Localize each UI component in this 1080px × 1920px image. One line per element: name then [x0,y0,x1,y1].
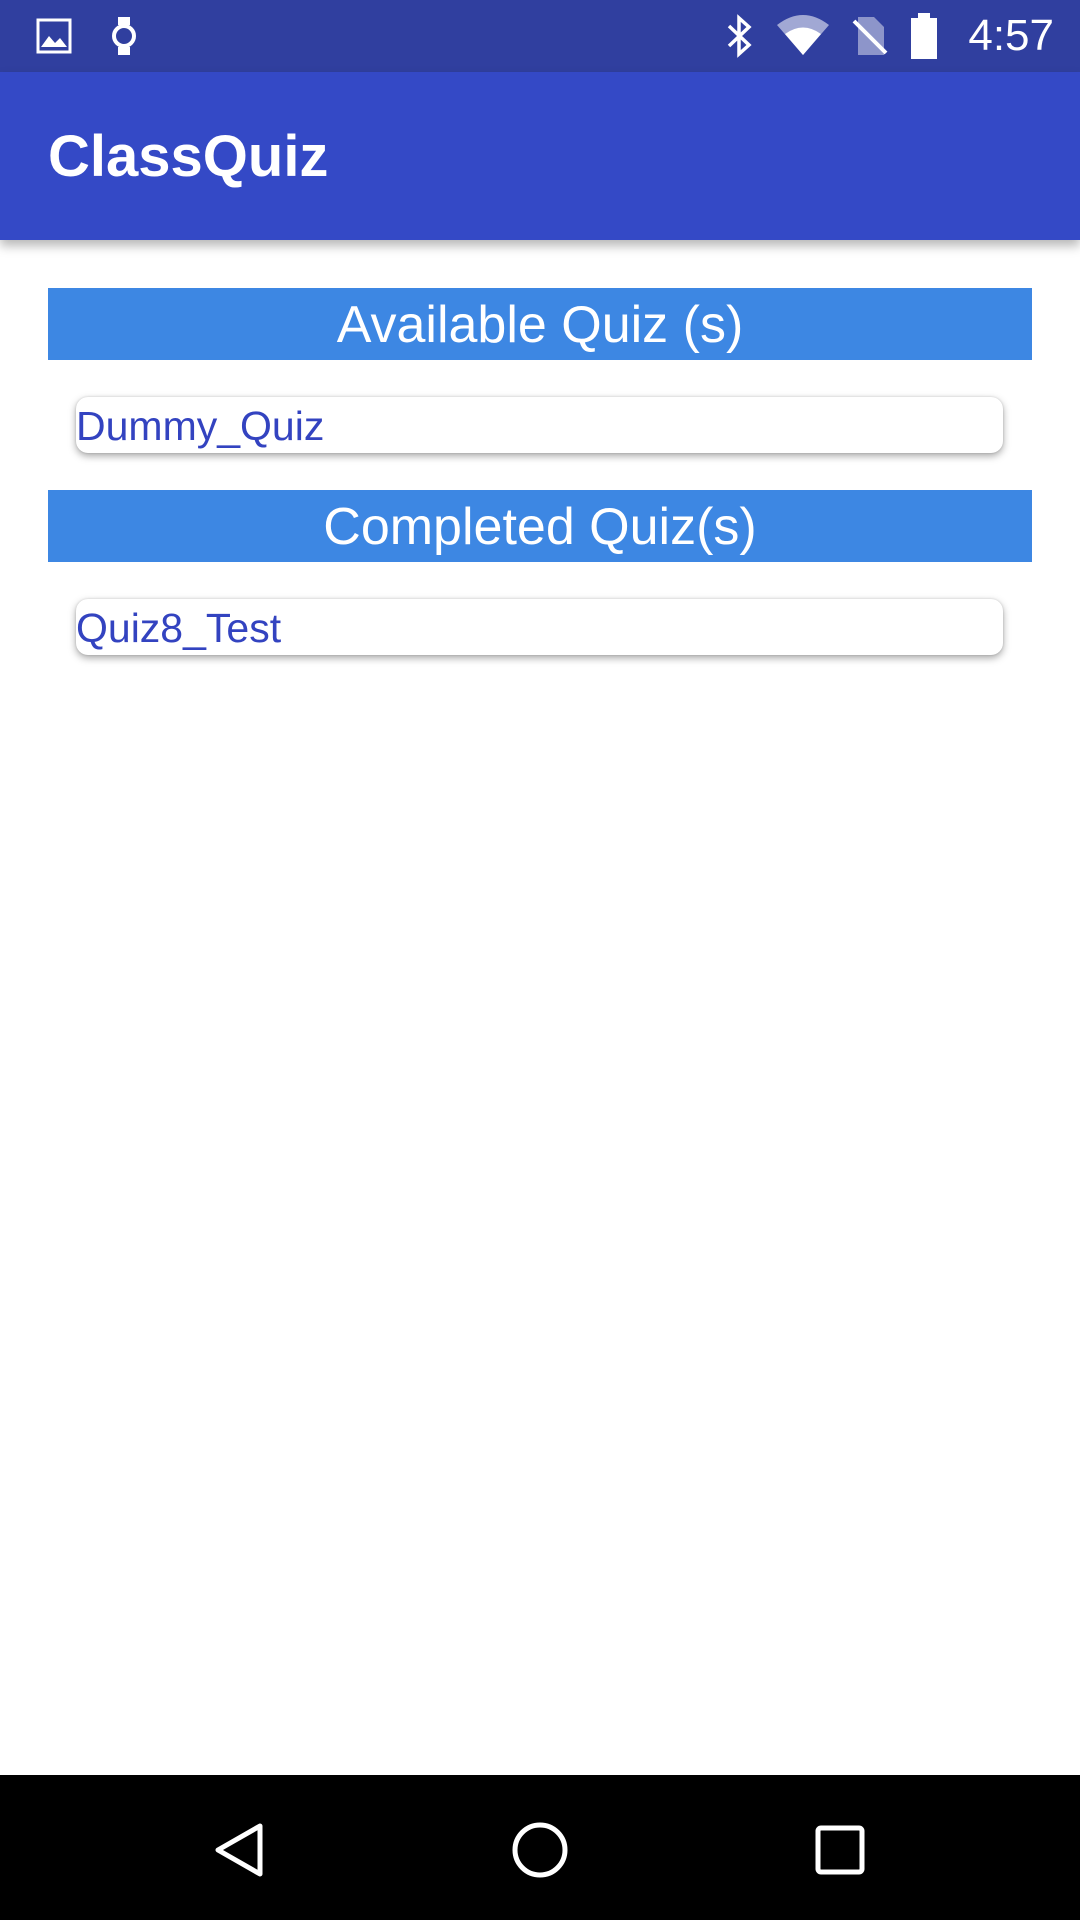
notification-icons [36,14,138,58]
completed-quiz-item[interactable]: Quiz8_Test [76,599,1003,655]
battery-icon [910,13,938,59]
back-button[interactable] [195,1805,285,1895]
quiz-item-label: Quiz8_Test [76,605,282,651]
home-button[interactable] [495,1805,585,1895]
navigation-bar [0,1775,1080,1920]
wifi-icon [776,15,830,57]
watch-icon [110,16,138,56]
quiz-list-content: Available Quiz (s) Dummy_Quiz Completed … [0,240,1080,1775]
home-icon [510,1820,570,1880]
bluetooth-icon [724,14,754,58]
back-icon [210,1820,270,1880]
screen: 4:57 ClassQuiz Available Quiz (s) Dummy_… [0,0,1080,1920]
completed-quizzes-header: Completed Quiz(s) [48,490,1032,562]
app-bar: ClassQuiz [0,72,1080,240]
system-icons: 4:57 [724,10,1054,62]
recents-icon [810,1820,870,1880]
quiz-item-label: Dummy_Quiz [76,403,325,449]
no-sim-icon [852,15,888,57]
recents-button[interactable] [795,1805,885,1895]
app-title: ClassQuiz [48,124,329,189]
status-bar: 4:57 [0,0,1080,72]
status-time: 4:57 [968,11,1054,60]
available-quizzes-header: Available Quiz (s) [48,288,1032,360]
available-quiz-item[interactable]: Dummy_Quiz [76,397,1003,453]
image-icon [36,18,72,54]
